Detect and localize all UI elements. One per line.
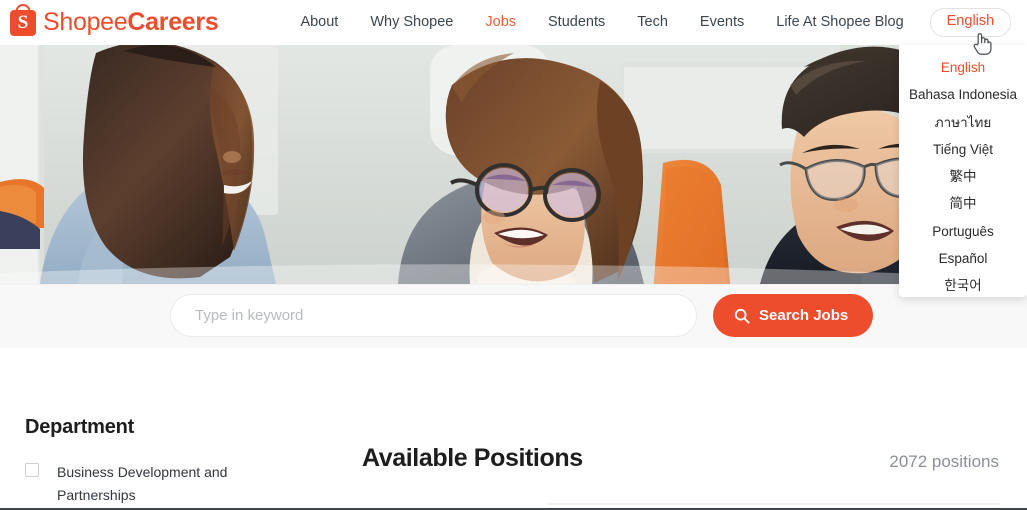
brand-logo[interactable]: S ShopeeCareers (10, 0, 219, 45)
language-selector-button[interactable]: English (929, 8, 1012, 37)
brand-name-bold: Careers (127, 8, 219, 36)
language-option-spanish[interactable]: Español (899, 245, 1027, 272)
search-icon (734, 308, 750, 324)
nav-item-jobs[interactable]: Jobs (485, 0, 548, 45)
nav-item-about[interactable]: About (300, 0, 370, 45)
nav-item-why-shopee[interactable]: Why Shopee (370, 0, 485, 45)
language-option-thai[interactable]: ภาษาไทย (899, 109, 1027, 136)
filter-option-business-development[interactable]: Business Development and Partnerships (25, 461, 275, 507)
logo-letter: S (17, 11, 29, 33)
brand-wordmark: ShopeeCareers (43, 8, 219, 37)
nav-item-life-at-shopee-blog[interactable]: Life At Shopee Blog (776, 0, 929, 45)
page-root: Search Jobs Department Business Developm… (0, 0, 1027, 510)
page-title: Available Positions (362, 444, 583, 472)
filter-label-business-development[interactable]: Business Development and Partnerships (57, 461, 275, 507)
filter-checkbox-business-development[interactable] (25, 463, 39, 477)
site-header: S ShopeeCareers About Why Shopee Jobs St… (0, 0, 1027, 45)
nav-item-students[interactable]: Students (548, 0, 637, 45)
nav-item-tech[interactable]: Tech (637, 0, 700, 45)
language-option-portuguese[interactable]: Português (899, 218, 1027, 245)
job-search-form: Search Jobs (170, 294, 874, 337)
hero-banner-image (0, 45, 1027, 284)
content-divider (548, 503, 1000, 505)
brand-name-light: Shopee (43, 8, 128, 36)
search-input[interactable] (170, 294, 697, 337)
language-dropdown-menu: English Bahasa Indonesia ภาษาไทย Tiếng V… (899, 45, 1027, 297)
department-filter-title: Department (25, 416, 135, 438)
language-option-traditional-chinese[interactable]: 繁中 (899, 163, 1027, 190)
language-option-bahasa-indonesia[interactable]: Bahasa Indonesia (899, 81, 1027, 108)
language-option-simplified-chinese[interactable]: 简中 (899, 190, 1027, 217)
search-jobs-button[interactable]: Search Jobs (713, 294, 874, 337)
positions-count: 2072 positions (889, 452, 999, 471)
language-option-vietnamese[interactable]: Tiếng Việt (899, 136, 1027, 163)
language-option-korean[interactable]: 한국어 (899, 272, 1027, 299)
shopping-bag-icon: S (10, 3, 36, 36)
results-section: Department Business Development and Part… (0, 348, 1027, 508)
nav-item-events[interactable]: Events (700, 0, 776, 45)
search-jobs-label: Search Jobs (759, 307, 849, 324)
language-option-english[interactable]: English (899, 54, 1027, 81)
main-navigation: About Why Shopee Jobs Students Tech Even… (300, 0, 1012, 45)
